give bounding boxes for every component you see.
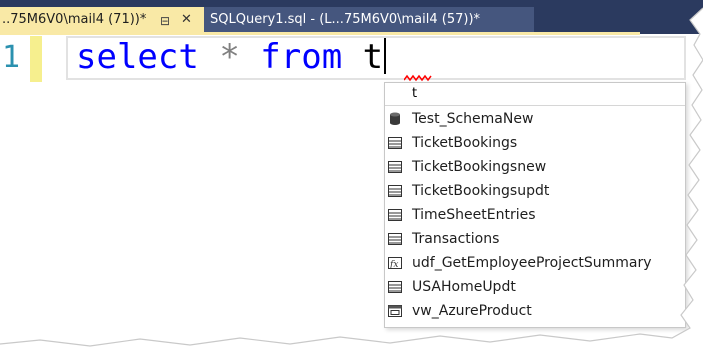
torn-edge-decoration <box>0 0 703 354</box>
